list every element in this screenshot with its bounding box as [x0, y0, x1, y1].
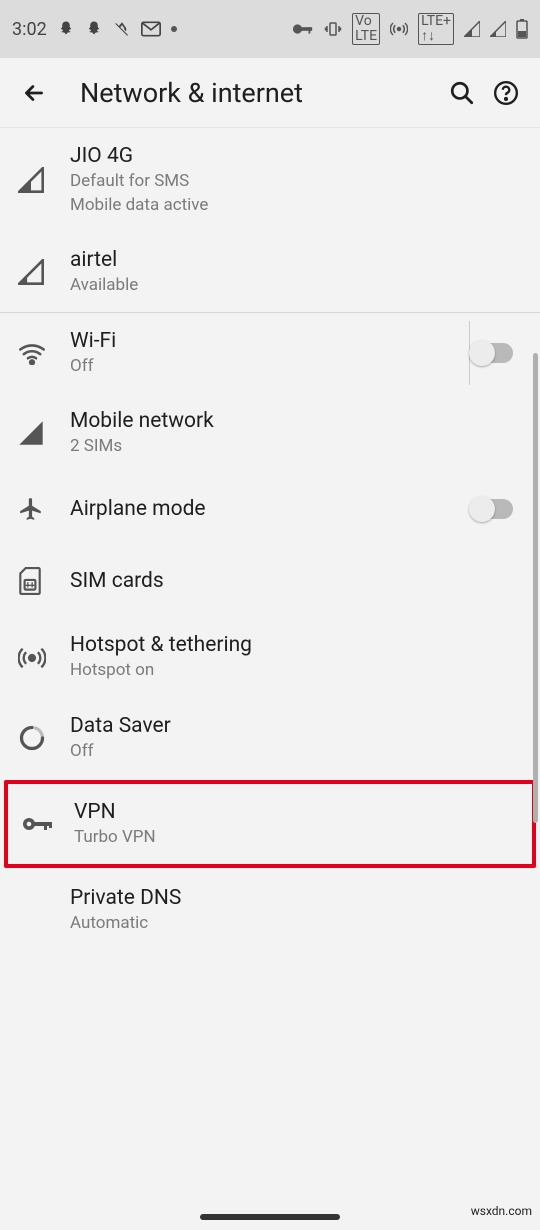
app-bar: Network & internet [0, 58, 540, 128]
search-icon [449, 80, 475, 106]
signal-full-icon [18, 420, 70, 446]
signal-icon [18, 167, 70, 193]
sim-cards-row[interactable]: SIM cards [0, 545, 540, 617]
back-button[interactable] [12, 71, 56, 115]
vibrate-icon [324, 20, 342, 38]
airplane-toggle[interactable] [471, 499, 513, 519]
list-item-sub: Automatic [70, 912, 522, 934]
list-item-sub: Hotspot on [70, 659, 522, 681]
help-icon [493, 80, 519, 106]
battery-icon [516, 19, 528, 39]
data-saver-row[interactable]: Data Saver Off [0, 698, 540, 778]
search-button[interactable] [440, 71, 484, 115]
list-item-sub-2: Mobile data active [70, 194, 522, 216]
gmail-icon [141, 21, 161, 37]
list-item-label: SIM cards [70, 569, 522, 593]
list-item-label: Mobile network [70, 409, 522, 433]
scroll-indicator[interactable] [533, 353, 538, 823]
status-time: 3:02 [12, 19, 47, 40]
data-saver-icon [18, 724, 70, 752]
list-item-label: airtel [70, 248, 522, 272]
water-off-icon [113, 20, 131, 38]
status-bar: 3:02 VoLTE LTE+↑↓ [0, 0, 540, 58]
sim-card-icon [18, 567, 70, 595]
airplane-mode-row[interactable]: Airplane mode [0, 473, 540, 545]
list-item-sub: Available [70, 274, 522, 296]
private-dns-row[interactable]: Private DNS Automatic [0, 870, 540, 950]
page-title: Network & internet [80, 77, 440, 109]
settings-list: JIO 4G Default for SMS Mobile data activ… [0, 128, 540, 950]
vpn-highlight: VPN Turbo VPN [4, 780, 536, 868]
vpn-row[interactable]: VPN Turbo VPN [8, 784, 532, 864]
signal-2-icon [490, 21, 506, 37]
wifi-icon [18, 341, 70, 365]
arrow-left-icon [21, 80, 47, 106]
list-item-label: JIO 4G [70, 144, 522, 168]
hotspot-status-icon [390, 20, 408, 38]
list-item-sub: Default for SMS [70, 170, 522, 192]
mobile-network-row[interactable]: Mobile network 2 SIMs [0, 393, 540, 473]
list-item-label: Wi-Fi [70, 329, 462, 353]
list-item-label: Data Saver [70, 714, 522, 738]
sim-1-row[interactable]: JIO 4G Default for SMS Mobile data activ… [0, 128, 540, 232]
list-item-label: VPN [74, 800, 514, 824]
hotspot-row[interactable]: Hotspot & tethering Hotspot on [0, 617, 540, 697]
list-item-sub: Off [70, 740, 522, 762]
lte-indicator: LTE+↑↓ [418, 13, 454, 46]
snapchat-icon-2 [85, 20, 103, 38]
signal-icon [18, 259, 70, 285]
list-item-sub: 2 SIMs [70, 435, 522, 457]
list-item-label: Airplane mode [70, 497, 462, 521]
vpn-key-status-icon [292, 22, 314, 36]
list-item-sub: Turbo VPN [74, 826, 514, 848]
list-item-sub: Off [70, 355, 462, 377]
wifi-toggle[interactable] [471, 343, 513, 363]
vpn-key-icon [22, 815, 74, 833]
gesture-nav-pill[interactable] [200, 1214, 340, 1220]
list-item-label: Private DNS [70, 886, 522, 910]
help-button[interactable] [484, 71, 528, 115]
wifi-row[interactable]: Wi-Fi Off [0, 313, 540, 393]
airplane-icon [18, 496, 70, 522]
dot-icon [171, 26, 177, 32]
list-item-label: Hotspot & tethering [70, 633, 522, 657]
hotspot-icon [18, 644, 70, 672]
snapchat-icon [57, 20, 75, 38]
signal-1-icon [464, 21, 480, 37]
watermark: wsxdn.com [471, 1204, 532, 1218]
sim-2-row[interactable]: airtel Available [0, 232, 540, 312]
volte-indicator: VoLTE [352, 13, 380, 46]
